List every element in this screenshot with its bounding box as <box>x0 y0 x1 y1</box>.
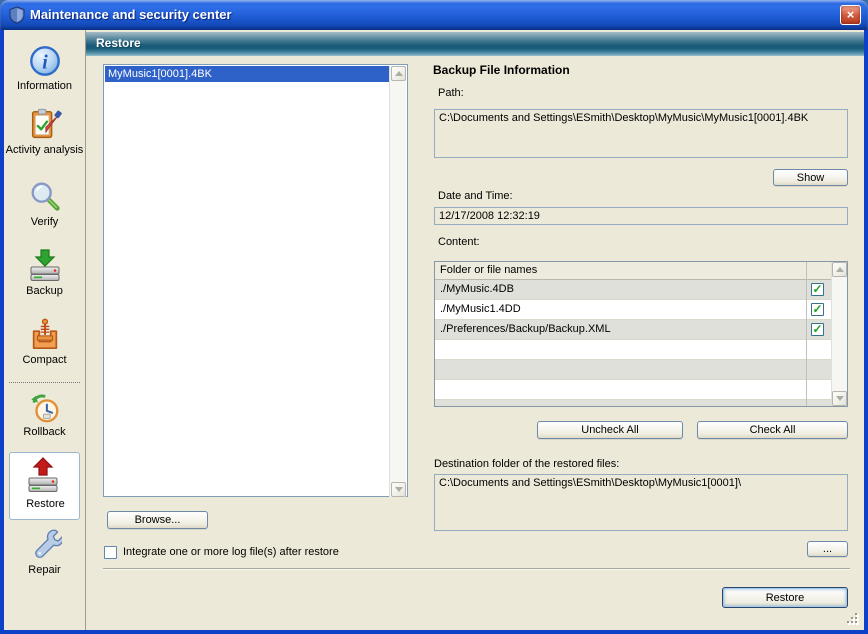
sidebar-item-repair[interactable]: Repair <box>4 527 85 564</box>
scroll-up-button[interactable] <box>391 66 406 81</box>
arrow-up-icon <box>836 267 844 272</box>
sidebar-label: Information <box>4 80 85 93</box>
row-name: ./MyMusic1.4DD <box>440 303 521 315</box>
sidebar-item-restore[interactable]: Restore <box>9 452 80 520</box>
panel-header: Restore <box>86 32 864 56</box>
backup-file-item-selected[interactable]: MyMusic1[0001].4BK <box>105 66 390 82</box>
window-body: i Information Activity analysis <box>4 30 864 630</box>
backup-file-list[interactable]: MyMusic1[0001].4BK <box>103 64 408 497</box>
destination-value-box: C:\Documents and Settings\ESmith\Desktop… <box>434 474 848 531</box>
row-checkbox-checked[interactable]: ✓ <box>811 303 824 316</box>
footer-divider <box>103 568 850 569</box>
sidebar-label: Backup <box>4 285 85 298</box>
table-row[interactable]: ./MyMusic.4DB ✓ <box>435 280 831 300</box>
list-scrollbar[interactable] <box>389 66 406 497</box>
sidebar-label: Verify <box>4 216 85 229</box>
backup-file-information-title: Backup File Information <box>433 63 570 77</box>
table-scrollbar[interactable] <box>831 262 847 406</box>
sidebar-item-compact[interactable]: Compact <box>4 317 85 354</box>
close-button[interactable]: × <box>840 5 861 25</box>
sidebar-label: Compact <box>4 354 85 367</box>
table-row[interactable]: ./Preferences/Backup/Backup.XML ✓ <box>435 320 831 340</box>
table-row-empty <box>435 340 831 360</box>
table-row[interactable]: ./MyMusic1.4DD ✓ <box>435 300 831 320</box>
table-row-empty <box>435 380 831 400</box>
resize-grip[interactable] <box>844 610 860 626</box>
destination-label: Destination folder of the restored files… <box>434 458 619 470</box>
sidebar-label: Restore <box>4 498 87 511</box>
integrate-log-checkbox[interactable] <box>104 546 117 559</box>
shield-icon <box>8 6 26 29</box>
row-checkbox-checked[interactable]: ✓ <box>811 283 824 296</box>
restore-icon <box>24 456 62 497</box>
scroll-up-button[interactable] <box>832 262 847 277</box>
scroll-down-button[interactable] <box>832 391 847 406</box>
row-checkbox-checked[interactable]: ✓ <box>811 323 824 336</box>
check-all-button[interactable]: Check All <box>697 421 848 439</box>
repair-icon <box>28 552 62 564</box>
arrow-up-icon <box>395 71 403 76</box>
window-title: Maintenance and security center <box>30 7 232 22</box>
sidebar-item-information[interactable]: i Information <box>4 44 85 81</box>
sidebar: i Information Activity analysis <box>4 30 86 630</box>
table-column-divider <box>806 262 807 406</box>
table-row-empty <box>435 360 831 380</box>
more-button[interactable]: ... <box>807 541 848 557</box>
table-bottom-strip <box>435 400 831 406</box>
path-value-box: C:\Documents and Settings\ESmith\Desktop… <box>434 109 848 158</box>
browse-button[interactable]: Browse... <box>107 511 208 529</box>
maintenance-security-window: Maintenance and security center × i Info… <box>0 0 868 634</box>
verify-icon <box>28 204 62 216</box>
row-name: ./Preferences/Backup/Backup.XML <box>440 323 611 335</box>
restore-icon-wrap: Restore <box>4 456 75 497</box>
sidebar-item-verify[interactable]: Verify <box>4 179 85 216</box>
sidebar-label: Rollback <box>4 426 85 439</box>
datetime-label: Date and Time: <box>438 190 513 202</box>
sidebar-label: Activity analysis <box>4 144 85 157</box>
integrate-log-label: Integrate one or more log file(s) after … <box>123 546 339 558</box>
sidebar-separator <box>9 382 80 383</box>
row-name: ./MyMusic.4DB <box>440 283 514 295</box>
arrow-down-icon <box>395 487 403 492</box>
path-label: Path: <box>438 87 464 99</box>
content-label: Content: <box>438 236 480 248</box>
uncheck-all-button[interactable]: Uncheck All <box>537 421 683 439</box>
datetime-value-box: 12/17/2008 12:32:19 <box>434 207 848 225</box>
arrow-down-icon <box>836 396 844 401</box>
sidebar-item-rollback[interactable]: Rollback <box>4 391 85 428</box>
sidebar-label: Repair <box>4 564 85 577</box>
panel-title: Restore <box>96 36 141 50</box>
scroll-down-button[interactable] <box>391 482 406 497</box>
content-table: Folder or file names ./MyMusic.4DB ✓ ./M… <box>434 261 848 407</box>
show-button[interactable]: Show <box>773 169 848 186</box>
restore-button[interactable]: Restore <box>722 587 848 608</box>
title-bar: Maintenance and security center × <box>0 0 868 30</box>
sidebar-item-backup[interactable]: Backup <box>4 245 85 286</box>
compact-icon <box>28 342 62 354</box>
sidebar-item-activity-analysis[interactable]: Activity analysis <box>4 106 85 147</box>
content-table-header: Folder or file names <box>435 262 831 280</box>
svg-text:i: i <box>42 52 48 74</box>
